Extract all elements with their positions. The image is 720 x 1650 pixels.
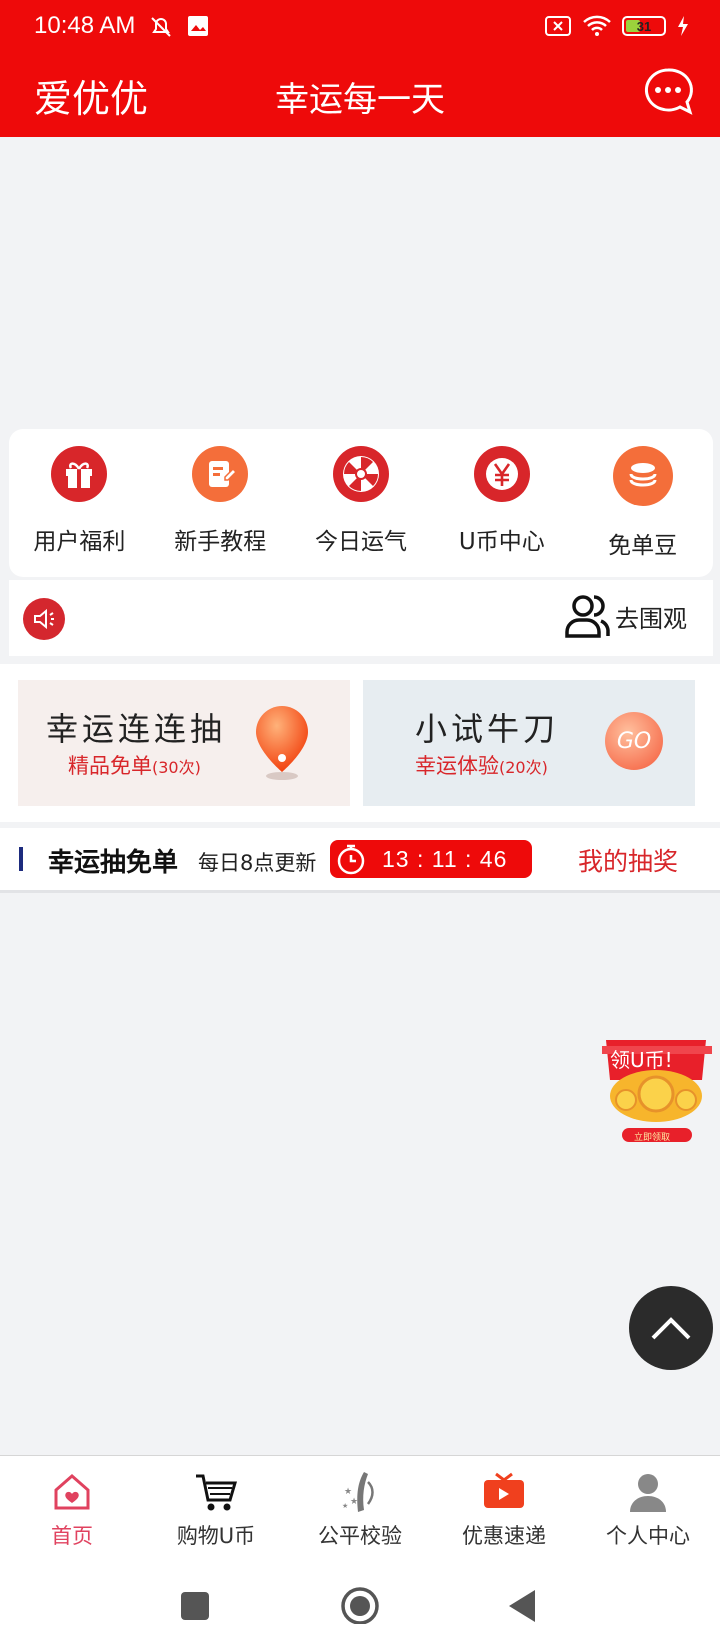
promo-title: 小试牛刀 [415, 710, 560, 748]
page-title: 幸运每一天 [275, 80, 445, 120]
quick-menu: 用户福利 新手教程 今日运气 U币中心 免单豆 [9, 429, 713, 577]
no-sim-icon [545, 16, 571, 36]
quick-item-ucoin-center[interactable]: U币中心 [431, 429, 572, 577]
timer-icon [337, 844, 365, 875]
go-badge: GO [605, 712, 663, 770]
lucky-draw-title: 幸运抽免单 [48, 848, 179, 878]
svg-text:★: ★ [342, 1502, 348, 1510]
muted-bell-icon [151, 17, 171, 37]
app-header: 10:48 AM 31 爱优优 幸运每一天 [0, 0, 720, 137]
quick-item-label: 新手教程 [174, 529, 267, 555]
tab-home[interactable]: 首页 [0, 1456, 144, 1561]
promo-subtitle: 幸运体验(20次) [415, 754, 548, 778]
location-pin-icon [256, 706, 308, 780]
svg-text:★: ★ [344, 1487, 352, 1497]
system-nav-bar [0, 1560, 720, 1650]
promo-card-trial[interactable]: 小试牛刀 幸运体验(20次) GO [363, 680, 695, 806]
tab-shopping-ucoin[interactable]: 购物U币 [144, 1456, 288, 1561]
cart-icon [196, 1474, 238, 1511]
quick-item-label: U币中心 [458, 529, 545, 555]
tab-fair-verify[interactable]: ★ ★ ★ 公平校验 [288, 1456, 432, 1561]
tab-label: 首页 [51, 1524, 93, 1548]
promo-section: 幸运连连抽 精品免单(30次) 小试牛刀 幸运体验(20次) GO [0, 664, 720, 822]
quick-item-daily-luck[interactable]: 今日运气 [291, 429, 432, 577]
verify-icon: ★ ★ ★ [342, 1472, 374, 1512]
wheel-icon [332, 446, 389, 502]
countdown-value: 13 : 11 : 46 [382, 845, 508, 872]
person-icon [630, 1474, 666, 1512]
claim-now-text: 立即领取 [634, 1133, 671, 1143]
go-watch-label: 去围观 [615, 604, 687, 633]
update-note: 每日8点更新 [198, 851, 317, 875]
image-notification-icon [188, 16, 208, 36]
home-button-icon[interactable] [340, 1584, 380, 1624]
claim-ucoin-label: 领U币! [610, 1048, 673, 1072]
speaker-icon [23, 598, 65, 640]
quick-item-free-beans[interactable]: 免单豆 [572, 429, 713, 577]
tab-deals[interactable]: 优惠速递 [432, 1456, 576, 1561]
status-icons-left [148, 14, 210, 40]
tab-label: 个人中心 [606, 1524, 690, 1548]
people-icon [565, 595, 610, 638]
back-to-top-button[interactable] [629, 1286, 713, 1370]
promo-subtitle: 精品免单(30次) [68, 754, 201, 778]
wifi-icon [583, 15, 611, 36]
my-prize-link[interactable]: 我的抽奖 [578, 842, 678, 878]
battery-level: 31 [636, 18, 652, 34]
promo-title: 幸运连连抽 [46, 710, 227, 748]
quick-item-label: 免单豆 [608, 533, 678, 559]
gift-icon [51, 446, 108, 502]
battery-indicator: 31 [622, 16, 666, 36]
charging-icon [678, 16, 688, 36]
tab-label: 优惠速递 [462, 1524, 546, 1548]
tab-profile[interactable]: 个人中心 [576, 1456, 720, 1561]
home-icon [54, 1474, 90, 1510]
tab-label: 购物U币 [176, 1524, 256, 1548]
recent-apps-icon[interactable] [179, 1584, 211, 1624]
message-icon[interactable] [642, 66, 694, 118]
status-time: 10:48 AM [34, 12, 136, 39]
lucky-draw-bar: 幸运抽免单 每日8点更新 13 : 11 : 46 我的抽奖 [0, 828, 720, 893]
chevron-up-icon [651, 1317, 691, 1340]
back-button-icon[interactable] [507, 1584, 539, 1624]
status-bar: 10:48 AM 31 [0, 0, 720, 54]
section-marker [19, 847, 23, 871]
go-watch-button[interactable]: 去围观 [563, 592, 687, 640]
tab-label: 公平校验 [318, 1524, 402, 1548]
countdown-timer: 13 : 11 : 46 [330, 840, 532, 878]
quick-item-tutorial[interactable]: 新手教程 [150, 429, 291, 577]
coins-icon [612, 446, 673, 506]
tutorial-icon [192, 446, 249, 502]
quick-item-user-welfare[interactable]: 用户福利 [9, 429, 150, 577]
status-icons-right: 31 [544, 14, 690, 38]
promo-card-lucky-draw[interactable]: 幸运连连抽 精品免单(30次) [18, 680, 350, 806]
svg-text:★: ★ [350, 1497, 358, 1507]
notice-bar: 去围观 [9, 580, 713, 656]
bottom-nav: 首页 购物U币 ★ ★ ★ 公平校验 优惠速递 个人中心 [0, 1455, 720, 1561]
yen-icon [473, 446, 530, 502]
quick-item-label: 用户福利 [33, 529, 126, 555]
claim-ucoin-widget[interactable]: 领U币! 立即领取 [598, 1036, 716, 1150]
quick-item-label: 今日运气 [314, 529, 407, 555]
video-icon [484, 1472, 524, 1508]
